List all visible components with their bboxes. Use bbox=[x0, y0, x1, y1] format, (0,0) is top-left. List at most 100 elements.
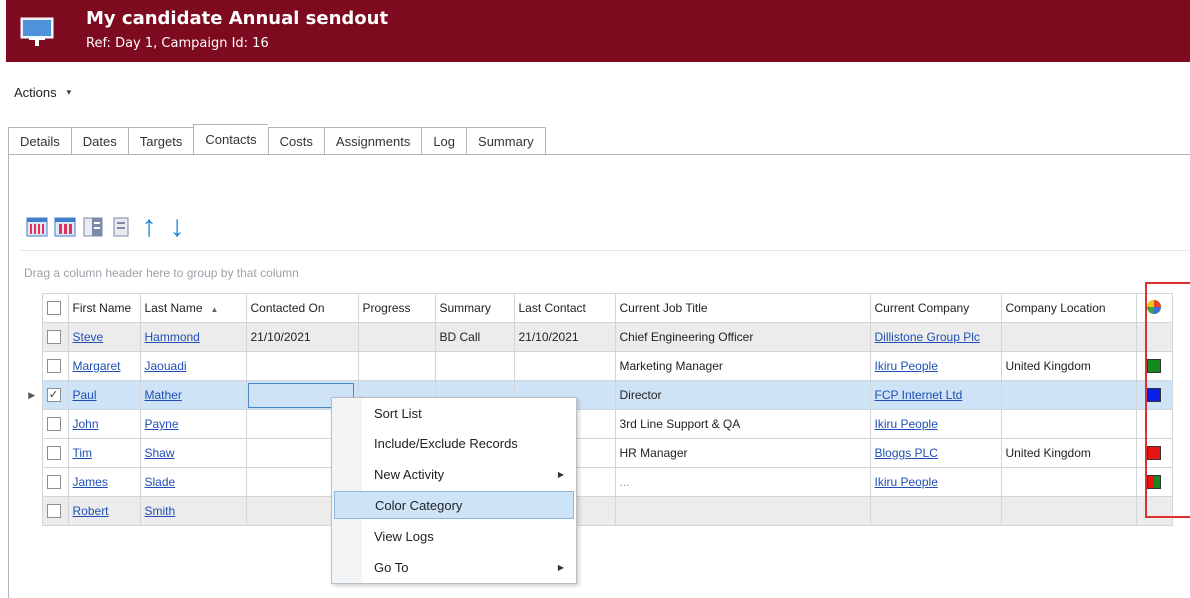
job-title-cell[interactable]: HR Manager bbox=[614, 438, 871, 468]
column-header-first-name[interactable]: First Name bbox=[67, 293, 141, 323]
menu-item-new-activity[interactable]: New Activity ▶ bbox=[334, 461, 574, 489]
company-cell[interactable]: Ikiru People bbox=[869, 351, 1002, 381]
column-header-last-contact[interactable]: Last Contact bbox=[513, 293, 616, 323]
last-name-link[interactable]: Payne bbox=[145, 417, 179, 431]
first-name-cell[interactable]: James bbox=[67, 467, 141, 497]
last-name-link[interactable]: Smith bbox=[145, 504, 176, 518]
row-checkbox-cell[interactable] bbox=[41, 438, 69, 468]
last-name-cell[interactable]: Jaouadi bbox=[139, 351, 247, 381]
last-name-cell[interactable]: Mather bbox=[139, 380, 247, 410]
table-row[interactable]: ▶ ✓ Paul Mather Director FCP Internet Lt… bbox=[22, 380, 1173, 410]
detail-view-icon[interactable] bbox=[110, 216, 132, 238]
job-title-cell[interactable]: ... bbox=[614, 467, 871, 497]
company-cell[interactable] bbox=[869, 496, 1002, 526]
column-header-current-job-title[interactable]: Current Job Title bbox=[614, 293, 871, 323]
split-view-icon[interactable] bbox=[82, 216, 104, 238]
tab-costs[interactable]: Costs bbox=[267, 127, 324, 155]
table-row[interactable]: John Payne 3rd Line Support & QA Ikiru P… bbox=[22, 409, 1173, 439]
company-link[interactable]: Bloggs PLC bbox=[875, 446, 938, 460]
column-header-contacted-on[interactable]: Contacted On bbox=[245, 293, 359, 323]
row-checkbox-cell[interactable] bbox=[41, 496, 69, 526]
first-name-link[interactable]: Robert bbox=[73, 504, 109, 518]
row-checkbox[interactable] bbox=[46, 359, 61, 374]
company-cell[interactable]: Ikiru People bbox=[869, 467, 1002, 497]
column-view-icon[interactable] bbox=[54, 216, 76, 238]
tab-targets[interactable]: Targets bbox=[127, 127, 194, 155]
grid-view-icon[interactable] bbox=[26, 216, 48, 238]
select-all-checkbox[interactable] bbox=[46, 301, 61, 316]
row-checkbox-cell[interactable] bbox=[41, 467, 69, 497]
last-name-cell[interactable]: Slade bbox=[139, 467, 247, 497]
job-title-cell[interactable]: Chief Engineering Officer bbox=[614, 322, 871, 352]
location-cell[interactable] bbox=[1000, 467, 1137, 497]
company-link[interactable]: FCP Internet Ltd bbox=[875, 388, 963, 402]
company-cell[interactable]: Dillistone Group Plc bbox=[869, 322, 1002, 352]
tab-details[interactable]: Details bbox=[8, 127, 71, 155]
last-name-cell[interactable]: Shaw bbox=[139, 438, 247, 468]
last-name-link[interactable]: Hammond bbox=[145, 330, 200, 344]
first-name-cell[interactable]: Steve bbox=[67, 322, 141, 352]
company-link[interactable]: Ikiru People bbox=[875, 475, 938, 489]
first-name-cell[interactable]: Paul bbox=[67, 380, 141, 410]
first-name-link[interactable]: Margaret bbox=[73, 359, 121, 373]
last-name-link[interactable]: Mather bbox=[145, 388, 182, 402]
company-cell[interactable]: FCP Internet Ltd bbox=[869, 380, 1002, 410]
last-name-cell[interactable]: Payne bbox=[139, 409, 247, 439]
menu-item-view-logs[interactable]: View Logs bbox=[334, 523, 574, 551]
column-header-last-name[interactable]: Last Name ▲ bbox=[139, 293, 247, 323]
row-checkbox-cell[interactable]: ✓ bbox=[41, 380, 69, 410]
company-cell[interactable]: Bloggs PLC bbox=[869, 438, 1002, 468]
row-checkbox[interactable] bbox=[46, 446, 61, 461]
first-name-cell[interactable]: Tim bbox=[67, 438, 141, 468]
first-name-link[interactable]: John bbox=[73, 417, 99, 431]
first-name-cell[interactable]: Robert bbox=[67, 496, 141, 526]
first-name-cell[interactable]: John bbox=[67, 409, 141, 439]
location-cell[interactable]: United Kingdom bbox=[1000, 438, 1137, 468]
last-name-link[interactable]: Slade bbox=[145, 475, 176, 489]
column-header-company-location[interactable]: Company Location bbox=[1000, 293, 1137, 323]
location-cell[interactable] bbox=[1000, 496, 1137, 526]
group-by-hint[interactable]: Drag a column header here to group by th… bbox=[24, 266, 299, 280]
move-down-icon[interactable]: ↓ bbox=[166, 212, 188, 242]
row-checkbox[interactable] bbox=[46, 504, 61, 519]
first-name-link[interactable]: James bbox=[73, 475, 108, 489]
last-contact-cell[interactable]: 21/10/2021 bbox=[513, 322, 616, 352]
first-name-link[interactable]: Tim bbox=[73, 446, 93, 460]
first-name-link[interactable]: Steve bbox=[73, 330, 104, 344]
last-name-cell[interactable]: Smith bbox=[139, 496, 247, 526]
job-title-cell[interactable]: Marketing Manager bbox=[614, 351, 871, 381]
table-row[interactable]: Steve Hammond 21/10/2021 BD Call 21/10/2… bbox=[22, 322, 1173, 352]
row-checkbox[interactable] bbox=[46, 330, 61, 345]
summary-cell[interactable]: BD Call bbox=[434, 322, 515, 352]
column-header-summary[interactable]: Summary bbox=[434, 293, 515, 323]
column-header-current-company[interactable]: Current Company bbox=[869, 293, 1002, 323]
column-header-progress[interactable]: Progress bbox=[357, 293, 436, 323]
last-contact-cell[interactable] bbox=[513, 351, 616, 381]
row-checkbox-cell[interactable] bbox=[41, 409, 69, 439]
table-row[interactable]: Margaret Jaouadi Marketing Manager Ikiru… bbox=[22, 351, 1173, 381]
menu-item-include-exclude[interactable]: Include/Exclude Records bbox=[334, 430, 574, 458]
menu-item-go-to[interactable]: Go To ▶ bbox=[334, 554, 574, 582]
row-checkbox[interactable] bbox=[46, 475, 61, 490]
job-title-cell[interactable]: 3rd Line Support & QA bbox=[614, 409, 871, 439]
location-cell[interactable] bbox=[1000, 380, 1137, 410]
tab-dates[interactable]: Dates bbox=[70, 127, 128, 155]
tab-log[interactable]: Log bbox=[421, 127, 467, 155]
actions-menu[interactable]: Actions ▾ bbox=[14, 85, 71, 100]
tab-contacts[interactable]: Contacts bbox=[193, 124, 268, 154]
company-link[interactable]: Ikiru People bbox=[875, 359, 938, 373]
last-name-link[interactable]: Shaw bbox=[145, 446, 175, 460]
contacted-on-cell[interactable]: 21/10/2021 bbox=[245, 322, 359, 352]
summary-cell[interactable] bbox=[434, 351, 515, 381]
table-row[interactable]: Tim Shaw HR Manager Bloggs PLC United Ki… bbox=[22, 438, 1173, 468]
company-link[interactable]: Ikiru People bbox=[875, 417, 938, 431]
location-cell[interactable]: United Kingdom bbox=[1000, 351, 1137, 381]
tab-summary[interactable]: Summary bbox=[466, 127, 546, 155]
location-cell[interactable] bbox=[1000, 409, 1137, 439]
move-up-icon[interactable]: ↑ bbox=[138, 212, 160, 242]
first-name-cell[interactable]: Margaret bbox=[67, 351, 141, 381]
row-checkbox-cell[interactable] bbox=[41, 322, 69, 352]
company-cell[interactable]: Ikiru People bbox=[869, 409, 1002, 439]
last-name-link[interactable]: Jaouadi bbox=[145, 359, 187, 373]
menu-item-color-category[interactable]: Color Category bbox=[334, 491, 574, 519]
